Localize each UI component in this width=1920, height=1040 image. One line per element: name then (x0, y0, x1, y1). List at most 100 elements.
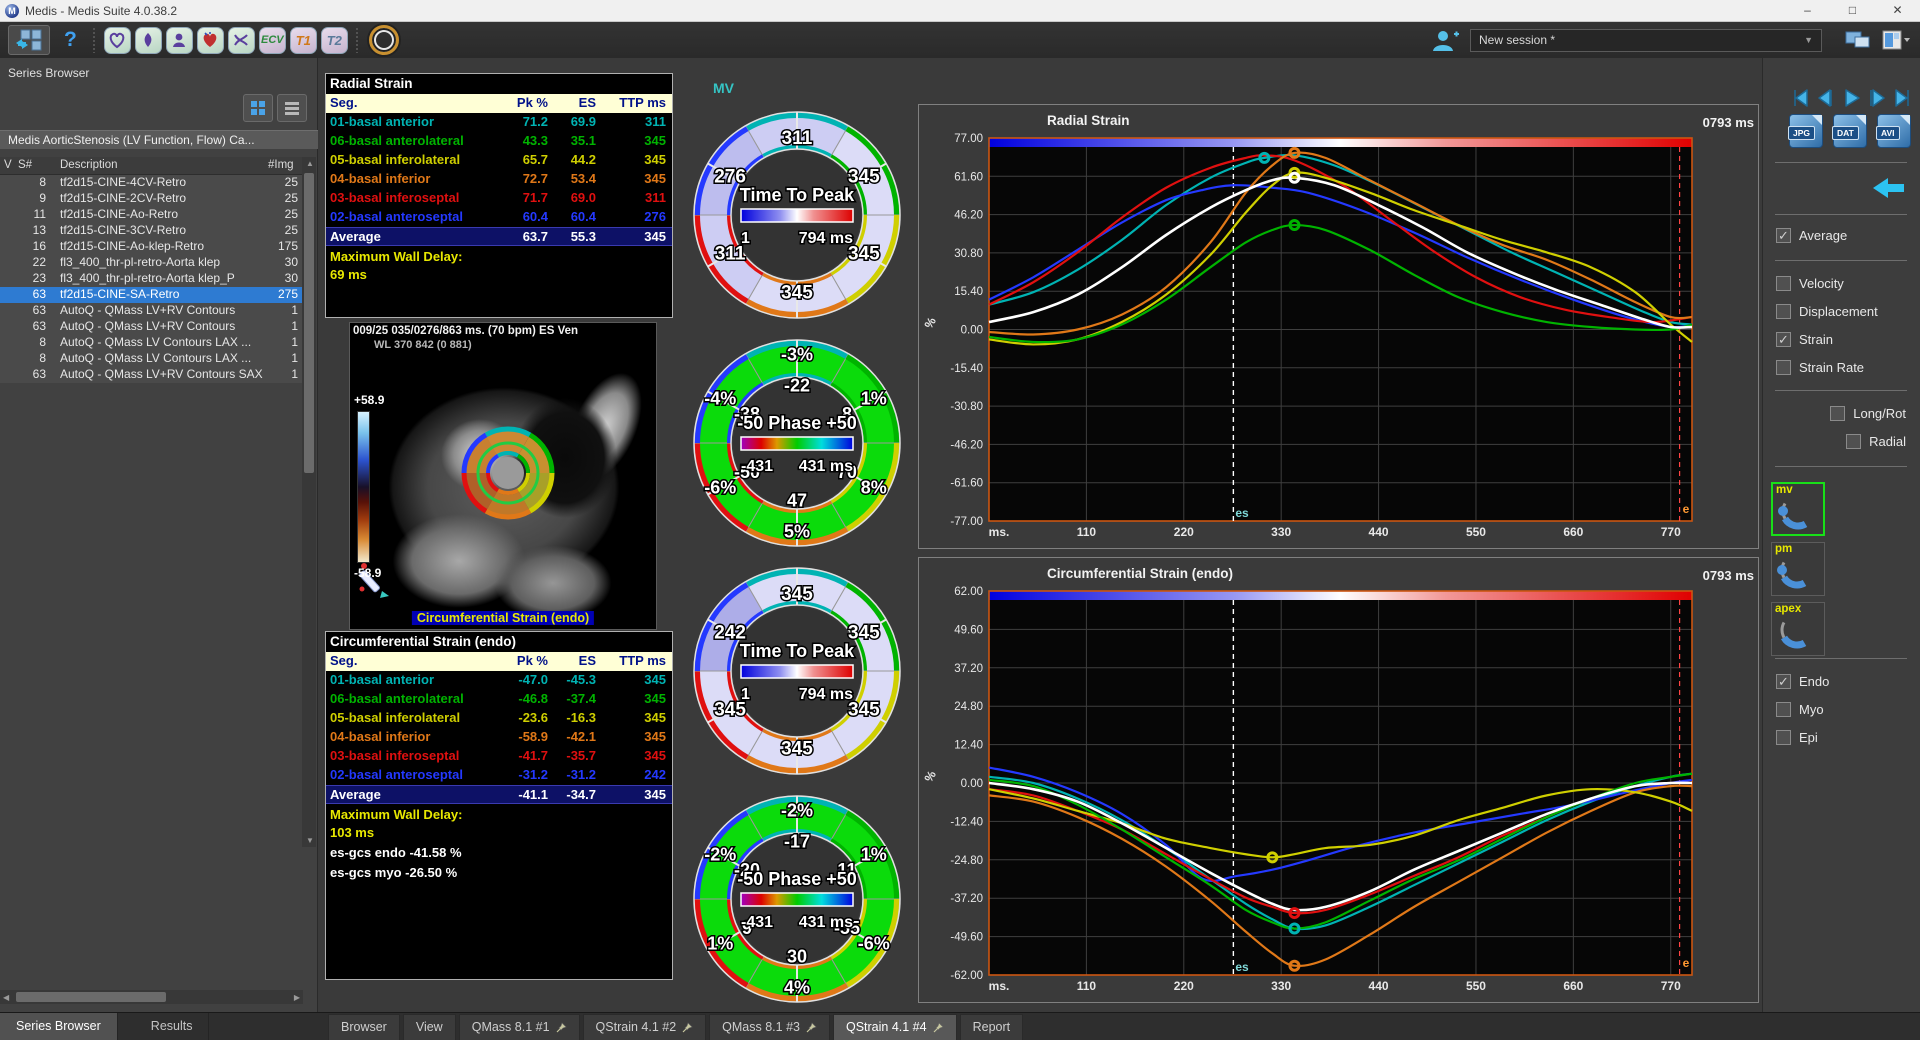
scroll-down-icon[interactable]: ▼ (306, 836, 314, 845)
tab-browser[interactable]: Browser (328, 1014, 400, 1040)
segment-percent-ll: -6% (704, 477, 736, 497)
t2-app-icon[interactable]: T2 (321, 27, 348, 54)
panel-tab-series-browser[interactable]: Series Browser (0, 1013, 118, 1040)
tab-qmass-8-1-3[interactable]: QMass 8.1 #3 (709, 1014, 830, 1040)
help-button[interactable]: ? (64, 28, 77, 52)
export-jpg-button[interactable]: JPG (1789, 114, 1827, 150)
series-row[interactable]: 63AutoQ - QMass LV+RV Contours1 (0, 303, 304, 319)
checkbox-strain-rate[interactable]: Strain Rate (1776, 360, 1864, 375)
patient-row[interactable]: Medis AorticStenosis (LV Function, Flow)… (0, 130, 318, 149)
series-row[interactable]: 8tf2d15-CINE-4CV-Retro25 (0, 175, 304, 191)
skip-start-button[interactable] (1787, 88, 1811, 110)
series-row[interactable]: 63AutoQ - QMass LV+RV Contours1 (0, 319, 304, 335)
medis-logo-icon: M (5, 4, 19, 18)
vertical-scrollbar[interactable]: ▲ ▼ (302, 157, 316, 847)
minimize-button[interactable]: – (1785, 0, 1830, 22)
series-row[interactable]: 13tf2d15-CINE-3CV-Retro25 (0, 223, 304, 239)
mri-viewer[interactable]: 009/25 035/0276/863 ms. (70 bpm) ES Ven … (349, 322, 657, 630)
view-layout-button[interactable] (1880, 27, 1912, 53)
es-value: 53.4 (554, 170, 602, 189)
series-row[interactable]: 8AutoQ - QMass LV Contours LAX ...1 (0, 335, 304, 351)
circumferential-strain-chart[interactable]: 62.0049.6037.2024.8012.400.00-12.40-24.8… (918, 557, 1759, 1003)
series-row[interactable]: 16tf2d15-CINE-Ao-klep-Retro175 (0, 239, 304, 255)
checkbox-myo[interactable]: Myo (1776, 702, 1824, 717)
series-description: AutoQ - QMass LV Contours LAX ... (60, 335, 251, 349)
col-img: #Img (268, 159, 294, 171)
play-button[interactable] (1839, 88, 1863, 110)
series-number: 13 (18, 223, 46, 237)
series-row[interactable]: 9tf2d15-CINE-2CV-Retro25 (0, 191, 304, 207)
scroll-left-icon[interactable]: ◀ (3, 993, 9, 1002)
horizontal-scroll-thumb[interactable] (16, 992, 166, 1002)
tab-view[interactable]: View (403, 1014, 456, 1040)
tab-qstrain-4-1-2[interactable]: QStrain 4.1 #2 (583, 1014, 707, 1040)
view-mv-button[interactable]: mv (1771, 482, 1825, 536)
series-row[interactable]: 8AutoQ - QMass LV Contours LAX ...1 (0, 351, 304, 367)
series-number: 63 (18, 287, 46, 301)
checkbox-displacement[interactable]: Displacement (1776, 304, 1878, 319)
qstrain-heart-app-icon[interactable] (197, 27, 224, 54)
segment-percent-ur: 1% (861, 845, 887, 865)
view-apex-button[interactable]: apex (1771, 602, 1825, 656)
checkbox-radial[interactable]: Radial (1846, 434, 1906, 449)
segment-name: 05-basal inferolateral (326, 151, 494, 170)
add-user-icon[interactable] (1430, 28, 1460, 52)
series-row[interactable]: 63tf2d15-CINE-SA-Retro275 (0, 287, 304, 303)
gauge-center-title: -50 Phase +50 (737, 869, 857, 889)
radial-strain-chart[interactable]: 77.0061.6046.2030.8015.400.00-15.40-30.8… (918, 104, 1759, 549)
overlay-center (492, 457, 524, 489)
q4dflow-app-icon[interactable] (166, 27, 193, 54)
screen-layout-button[interactable] (1842, 27, 1874, 53)
es-value: 69.9 (554, 113, 602, 132)
step-back-button[interactable] (1813, 88, 1837, 110)
close-button[interactable]: ✕ (1875, 0, 1920, 22)
vertical-scroll-thumb[interactable] (304, 173, 314, 473)
view-pm-button[interactable]: pm (1771, 542, 1825, 596)
right-sidebar: JPGDATAVI ✓Average Velocity Displacement ✓St… (1762, 58, 1920, 1012)
qvalve-app-icon[interactable] (228, 27, 255, 54)
checkbox-strain[interactable]: ✓Strain (1776, 332, 1833, 347)
series-row[interactable]: 63AutoQ - QMass LV+RV Contours SAX1 (0, 367, 304, 383)
qmass-app-icon[interactable] (104, 27, 131, 54)
scroll-up-icon[interactable]: ▲ (306, 159, 314, 168)
gauge-center-title: -50 Phase +50 (737, 413, 857, 433)
segment-percent-lr: -6% (858, 933, 890, 953)
panel-tab-results[interactable]: Results (135, 1013, 210, 1040)
tab-qstrain-4-1-4[interactable]: QStrain 4.1 #4 (833, 1014, 957, 1040)
checkbox-endo[interactable]: ✓Endo (1776, 674, 1829, 689)
step-forward-button[interactable] (1865, 88, 1889, 110)
series-row[interactable]: 23fl3_400_thr-pl-retro-Aorta klep_P30 (0, 271, 304, 287)
checkbox-average[interactable]: ✓Average (1776, 228, 1847, 243)
qstrain-rings-icon[interactable] (369, 25, 399, 55)
ecv-app-icon[interactable]: ECV (259, 27, 286, 54)
scroll-right-icon[interactable]: ▶ (294, 993, 300, 1002)
segment-value-top: -22 (784, 375, 810, 395)
qflow-app-icon[interactable] (135, 27, 162, 54)
skip-end-button[interactable] (1891, 88, 1915, 110)
series-image-count: 1 (256, 319, 298, 333)
checkbox-long-rot[interactable]: Long/Rot (1830, 406, 1906, 421)
es-marker-label: es (1235, 506, 1249, 520)
checkbox-epi[interactable]: Epi (1776, 730, 1818, 745)
horizontal-scrollbar[interactable]: ◀ ▶ (0, 990, 303, 1004)
t2-label: T2 (327, 33, 342, 48)
series-row[interactable]: 11tf2d15-CINE-Ao-Retro25 (0, 207, 304, 223)
segment-value-bottom: 30 (787, 947, 807, 967)
tab-report[interactable]: Report (960, 1014, 1024, 1040)
x-tick-label: 220 (1174, 525, 1194, 539)
series-row[interactable]: 22fl3_400_thr-pl-retro-Aorta klep30 (0, 255, 304, 271)
tab-qmass-8-1-1[interactable]: QMass 8.1 #1 (459, 1014, 580, 1040)
t1-app-icon[interactable]: T1 (290, 27, 317, 54)
grid-view-button[interactable] (243, 94, 273, 122)
maximize-button[interactable]: □ (1830, 0, 1875, 22)
export-avi-button[interactable]: AVI (1877, 114, 1915, 150)
workspace-tabs: BrowserViewQMass 8.1 #1QStrain 4.1 #2QMa… (328, 1014, 1023, 1040)
y-tick-label: -46.20 (950, 439, 983, 451)
export-dat-button[interactable]: DAT (1833, 114, 1871, 150)
session-dropdown[interactable]: New session * ▼ (1470, 29, 1822, 52)
list-view-button[interactable] (277, 94, 307, 122)
back-arrow-icon[interactable] (1872, 176, 1906, 200)
y-tick-label: -12.40 (950, 816, 983, 828)
checkbox-velocity[interactable]: Velocity (1776, 276, 1844, 291)
layout-button[interactable] (8, 25, 50, 55)
